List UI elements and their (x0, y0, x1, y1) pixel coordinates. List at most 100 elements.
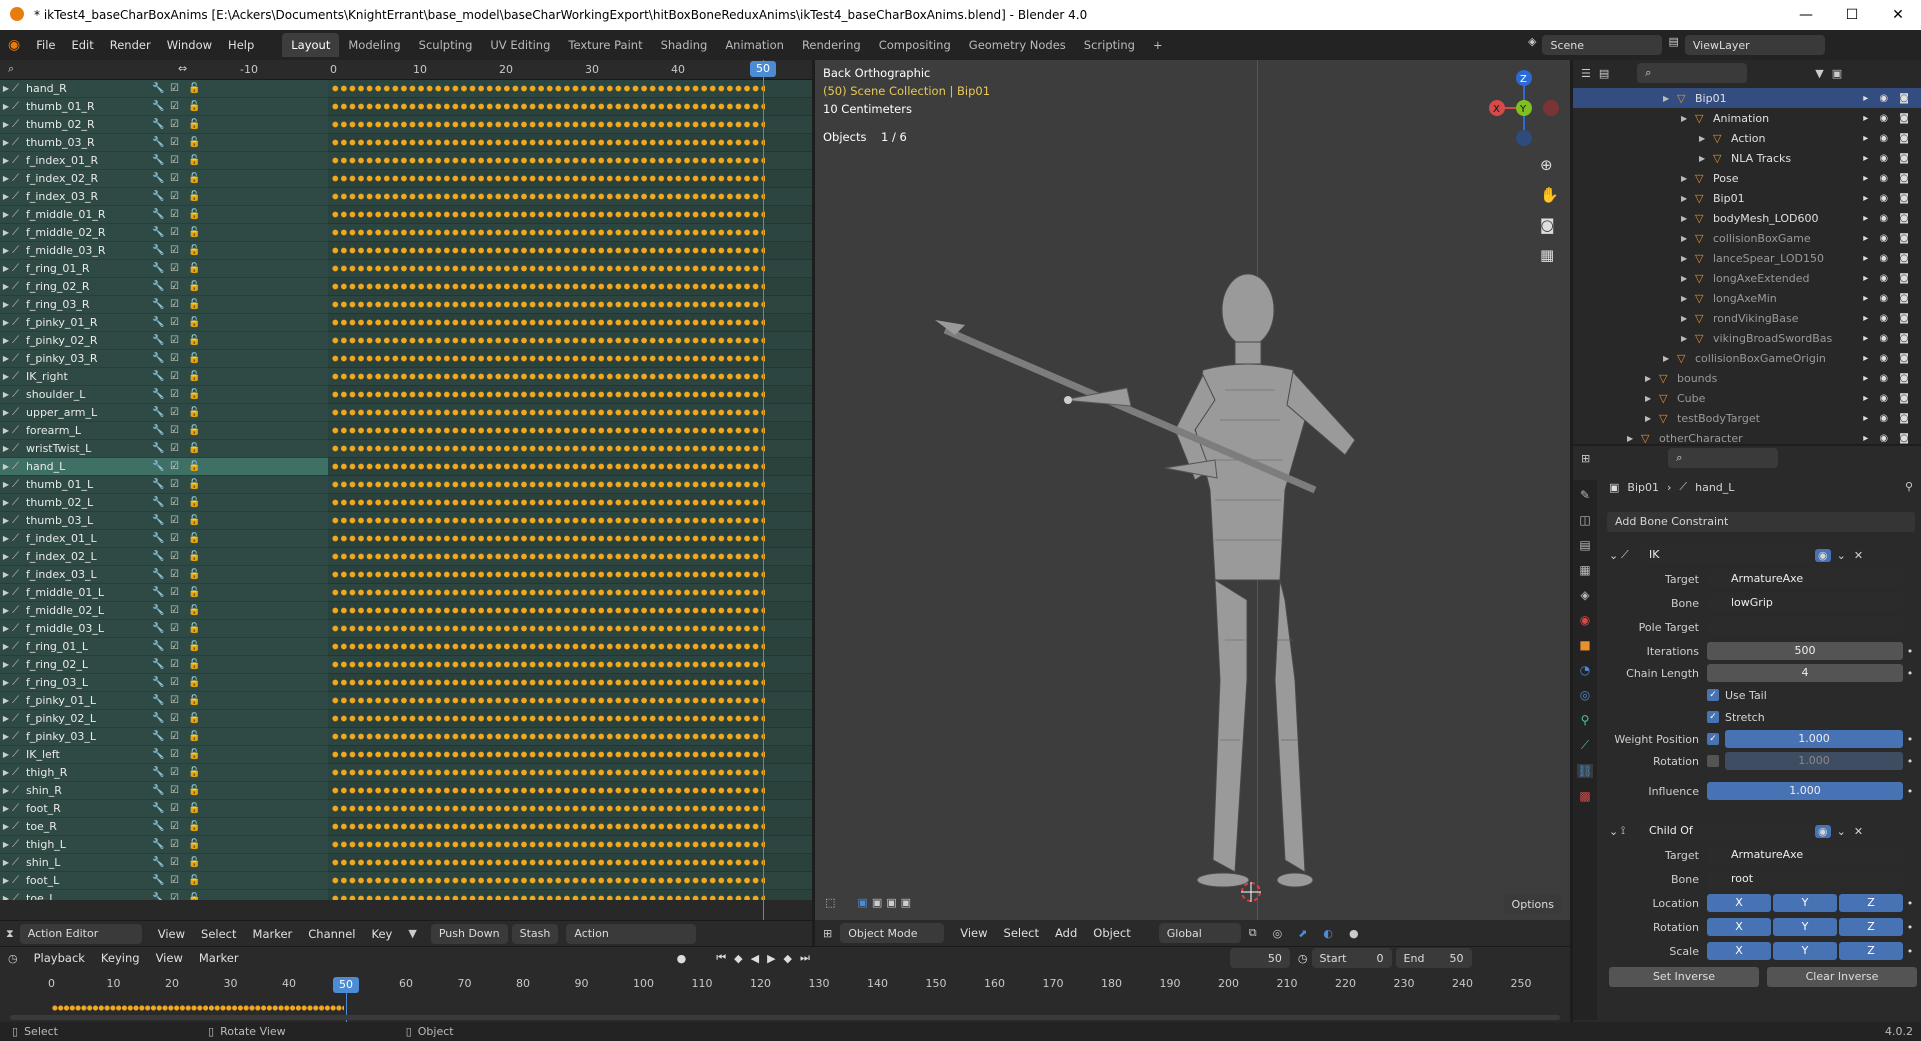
wrench-icon[interactable]: 🔧 (152, 695, 164, 706)
keyframe-row[interactable] (328, 530, 812, 548)
wrench-icon[interactable]: 🔧 (152, 263, 164, 274)
grid-toggle-icon[interactable]: ▦ (1540, 246, 1559, 264)
expand-icon[interactable]: ▶ (1699, 134, 1713, 143)
keyframe-diamonds[interactable] (331, 859, 765, 866)
keyframe-diamonds[interactable] (331, 535, 765, 542)
filter-icon[interactable]: ▼ (400, 927, 424, 940)
keyframe-row[interactable] (328, 746, 812, 764)
expand-icon[interactable]: ▶ (0, 714, 12, 723)
rotation-weight-checkbox[interactable] (1707, 755, 1719, 767)
channel-checkbox[interactable]: ☑ (170, 731, 179, 742)
wrench-icon[interactable]: 🔧 (152, 389, 164, 400)
keyframe-row[interactable] (328, 386, 812, 404)
wrench-icon[interactable]: 🔧 (152, 227, 164, 238)
expand-icon[interactable]: ▶ (1645, 374, 1659, 383)
channel-checkbox[interactable]: ☑ (170, 695, 179, 706)
channel-checkbox[interactable]: ☑ (170, 353, 179, 364)
expand-icon[interactable]: ▶ (0, 408, 12, 417)
next-keyframe-button[interactable]: ◆ (784, 952, 792, 965)
world-tab-icon[interactable]: ◉ (1580, 613, 1590, 627)
expand-icon[interactable]: ▶ (1681, 254, 1695, 263)
outliner-item[interactable]: ▶ ▽ otherCharacter ▸ ◉ ◙ (1573, 428, 1921, 448)
visibility-icons[interactable]: ▸ ◉ ◙ (1863, 333, 1913, 344)
channel-row[interactable]: ▶ ⟋ f_middle_01_R 🔧 ☑ 🔓 (0, 206, 328, 224)
collapse-channels-icon[interactable]: ⇔ (178, 62, 187, 75)
channel-checkbox[interactable]: ☑ (170, 425, 179, 436)
keyframe-diamonds[interactable] (331, 679, 765, 686)
menu-edit[interactable]: Edit (63, 38, 101, 52)
ik-chain-length-field[interactable]: 4 (1707, 664, 1903, 682)
new-collection-icon[interactable]: ▣ (1832, 67, 1842, 80)
wrench-icon[interactable]: 🔧 (152, 767, 164, 778)
keyframe-row[interactable] (328, 332, 812, 350)
keyframe-diamonds[interactable] (331, 283, 765, 290)
keyframe-diamonds[interactable] (331, 877, 765, 884)
channel-checkbox[interactable]: ☑ (170, 209, 179, 220)
channel-checkbox[interactable]: ☑ (170, 83, 179, 94)
keyframe-diamonds[interactable] (331, 139, 765, 146)
stretch-checkbox[interactable]: ✓ (1707, 711, 1719, 723)
channel-search-icon[interactable]: ⌕ (8, 62, 14, 76)
channel-checkbox[interactable]: ☑ (170, 713, 179, 724)
channel-row[interactable]: ▶ ⟋ f_pinky_02_R 🔧 ☑ 🔓 (0, 332, 328, 350)
channel-checkbox[interactable]: ☑ (170, 299, 179, 310)
expand-icon[interactable]: ▶ (0, 462, 12, 471)
expand-icon[interactable]: ▶ (1681, 334, 1695, 343)
keyframe-row[interactable] (328, 314, 812, 332)
keyframe-row[interactable] (328, 692, 812, 710)
visibility-icons[interactable]: ▸ ◉ ◙ (1863, 353, 1913, 364)
keyframe-row[interactable] (328, 548, 812, 566)
expand-icon[interactable]: ▶ (0, 552, 12, 561)
keyframe-diamonds[interactable] (331, 571, 765, 578)
visibility-icons[interactable]: ▸ ◉ ◙ (1863, 193, 1913, 204)
outliner-item[interactable]: ▶ ▽ longAxeMin ▸ ◉ ◙ (1573, 288, 1921, 308)
outliner-item[interactable]: ▶ ▽ longAxeExtended ▸ ◉ ◙ (1573, 268, 1921, 288)
object-tab-icon[interactable]: ■ (1579, 638, 1590, 652)
channel-row[interactable]: ▶ ⟋ wristTwist_L 🔧 ☑ 🔓 (0, 440, 328, 458)
zoom-icon[interactable]: ⊕ (1540, 156, 1559, 174)
lock-icon[interactable]: 🔓 (188, 371, 200, 382)
outliner-item[interactable]: ▶ ▽ testBodyTarget ▸ ◉ ◙ (1573, 408, 1921, 428)
keyframe-row[interactable] (328, 674, 812, 692)
channel-checkbox[interactable]: ☑ (170, 155, 179, 166)
expand-icon[interactable]: ▶ (0, 138, 12, 147)
scale-x-toggle[interactable]: X (1707, 942, 1771, 960)
childof-name-field[interactable]: Child Of (1641, 822, 1809, 840)
channel-row[interactable]: ▶ ⟋ f_pinky_01_L 🔧 ☑ 🔓 (0, 692, 328, 710)
lock-icon[interactable]: 🔓 (188, 605, 200, 616)
lock-icon[interactable]: 🔓 (188, 479, 200, 490)
keyframe-row[interactable] (328, 170, 812, 188)
ik-target-field[interactable]: ArmatureAxe (1707, 570, 1903, 588)
keyframe-row[interactable] (328, 494, 812, 512)
channel-row[interactable]: ▶ ⟋ f_index_02_R 🔧 ☑ 🔓 (0, 170, 328, 188)
wrench-icon[interactable]: 🔧 (152, 515, 164, 526)
ik-menu-icon[interactable]: ⌄ (1837, 549, 1846, 562)
scale-z-toggle[interactable]: Z (1839, 942, 1903, 960)
wrench-icon[interactable]: 🔧 (152, 677, 164, 688)
keyframe-row[interactable] (328, 98, 812, 116)
lock-icon[interactable]: 🔓 (188, 497, 200, 508)
expand-icon[interactable]: ▶ (0, 120, 12, 129)
wrench-icon[interactable]: 🔧 (152, 407, 164, 418)
lock-icon[interactable]: 🔓 (188, 623, 200, 634)
ik-visibility-toggle[interactable]: ◉ (1815, 548, 1831, 562)
menu-window[interactable]: Window (159, 38, 220, 52)
expand-icon[interactable]: ▶ (0, 210, 12, 219)
visibility-icons[interactable]: ▸ ◉ ◙ (1863, 393, 1913, 404)
expand-icon[interactable]: ▶ (0, 624, 12, 633)
ik-influence-slider[interactable]: 1.000 (1707, 782, 1903, 800)
jump-start-button[interactable]: ⏮ (716, 951, 726, 965)
channel-checkbox[interactable]: ☑ (170, 407, 179, 418)
keyframe-diamonds[interactable] (331, 697, 765, 704)
keyframe-diamonds[interactable] (331, 211, 765, 218)
display-mode-icon[interactable]: ▤ (1599, 67, 1609, 80)
channel-checkbox[interactable]: ☑ (170, 533, 179, 544)
lock-icon[interactable]: 🔓 (188, 857, 200, 868)
outliner-item[interactable]: ▶ ▽ Cube ▸ ◉ ◙ (1573, 388, 1921, 408)
expand-icon[interactable]: ▶ (1663, 354, 1677, 363)
lock-icon[interactable]: 🔓 (188, 101, 200, 112)
blender-menu-icon[interactable]: ◉ (0, 37, 28, 53)
channel-checkbox[interactable]: ☑ (170, 191, 179, 202)
expand-icon[interactable]: ▶ (0, 498, 12, 507)
wrench-icon[interactable]: 🔧 (152, 803, 164, 814)
